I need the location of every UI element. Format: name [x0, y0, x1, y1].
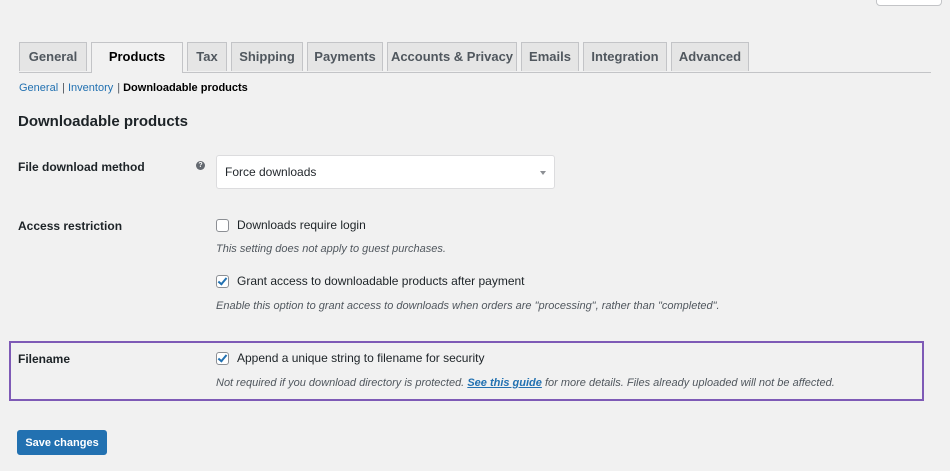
- require-login-label[interactable]: Downloads require login: [237, 218, 366, 232]
- settings-tabs: General Products Tax Shipping Payments A…: [19, 42, 931, 73]
- filename-description-start: Not required if you download directory i…: [216, 377, 468, 389]
- tab-shipping[interactable]: Shipping: [231, 42, 303, 71]
- subnav-separator: |: [62, 82, 65, 94]
- tab-general[interactable]: General: [19, 42, 87, 71]
- see-this-guide-link[interactable]: See this guide: [467, 377, 542, 389]
- grant-access-row: Grant access to downloadable products af…: [216, 273, 525, 289]
- tab-emails[interactable]: Emails: [521, 42, 579, 71]
- access-restriction-label: Access restriction: [18, 219, 123, 233]
- subnav-link-inventory[interactable]: Inventory: [68, 82, 113, 94]
- tab-integration[interactable]: Integration: [583, 42, 667, 71]
- filename-description-end: for more details. Files already uploaded…: [541, 377, 835, 389]
- subnav: General | Inventory | Downloadable products: [19, 82, 248, 94]
- save-changes-button[interactable]: Save changes: [17, 430, 107, 455]
- question-icon[interactable]: ?: [196, 161, 205, 170]
- append-unique-checkbox[interactable]: [216, 351, 229, 365]
- grant-access-label[interactable]: Grant access to downloadable products af…: [237, 274, 525, 288]
- subnav-separator: |: [117, 82, 121, 94]
- grant-access-checkbox[interactable]: [216, 274, 229, 288]
- require-login-row: Downloads require login: [216, 217, 366, 233]
- help-tab[interactable]: [876, 0, 942, 6]
- append-unique-row: Append a unique string to filename for s…: [216, 350, 484, 366]
- section-title: Downloadable products: [18, 113, 189, 130]
- chevron-down-icon: [540, 171, 546, 175]
- tab-advanced[interactable]: Advanced: [671, 42, 749, 71]
- grant-access-description: Enable this option to grant access to do…: [216, 300, 720, 312]
- filename-label: Filename: [18, 352, 71, 366]
- tab-payments[interactable]: Payments: [307, 42, 383, 71]
- file-download-method-label: File download method: [18, 160, 145, 174]
- filename-description: Not required if you download directory i…: [216, 377, 835, 389]
- tab-tax[interactable]: Tax: [187, 42, 227, 71]
- require-login-checkbox[interactable]: [216, 218, 229, 232]
- append-unique-label[interactable]: Append a unique string to filename for s…: [237, 351, 484, 365]
- select-value: Force downloads: [225, 165, 317, 179]
- tab-accounts-privacy[interactable]: Accounts & Privacy: [387, 42, 517, 71]
- file-download-method-select[interactable]: Force downloads: [216, 155, 555, 189]
- subnav-current-downloadable: Downloadable products: [123, 82, 248, 94]
- subnav-link-general[interactable]: General: [19, 82, 58, 94]
- require-login-description: This setting does not apply to guest pur…: [216, 243, 446, 255]
- tab-products[interactable]: Products: [91, 42, 183, 73]
